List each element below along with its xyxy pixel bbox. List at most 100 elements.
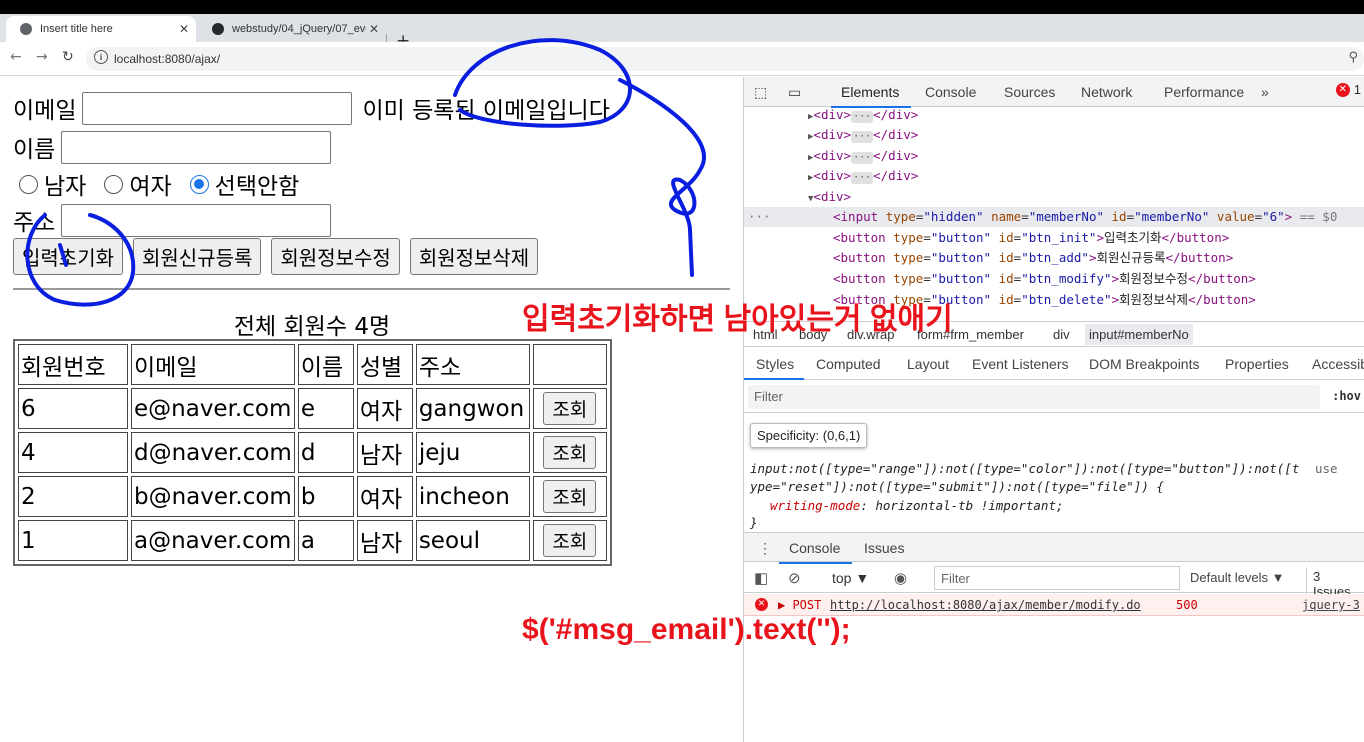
tab-webstudy[interactable]: webstudy/04_jQuery/07_event.h ✕: [198, 16, 386, 42]
col-header-name: 이름: [297, 344, 354, 385]
styles-filter-input[interactable]: [748, 385, 1320, 409]
table-row: 4 d@naver.com d 남자 jeju 조회: [18, 432, 607, 473]
subtab-computed[interactable]: Computed: [816, 356, 881, 372]
close-icon[interactable]: ✕: [176, 22, 192, 36]
github-icon: [212, 23, 224, 35]
add-member-button[interactable]: 회원신규등록: [133, 238, 262, 275]
sidebar-toggle-icon[interactable]: ◧: [754, 569, 768, 587]
error-url-link[interactable]: http://localhost:8080/ajax/member/modify…: [830, 598, 1141, 612]
dom-node[interactable]: ▶<div> ··· </div>: [808, 166, 918, 186]
inspect-icon[interactable]: ⬚: [754, 84, 767, 101]
subtab-styles[interactable]: Styles: [744, 356, 805, 380]
cell-email: a@naver.com: [131, 520, 295, 561]
col-header-addr: 주소: [415, 344, 530, 385]
error-icon: ✕: [755, 598, 768, 611]
init-button[interactable]: 입력초기화: [13, 238, 123, 275]
table-header-row: 회원번호 이메일 이름 성별 주소: [18, 344, 607, 385]
dom-node-selected[interactable]: ··· <input type="hidden" name="memberNo"…: [744, 207, 1364, 227]
subtab-accessibility[interactable]: Accessib: [1312, 356, 1364, 372]
col-header-no: 회원번호: [18, 344, 128, 385]
annotation-note-clear: 입력초기화하면 남아있는거 없애기: [522, 303, 953, 336]
crumb-div[interactable]: div: [1053, 327, 1070, 342]
cell-email: e@naver.com: [131, 388, 295, 429]
tab-performance[interactable]: Performance: [1164, 84, 1244, 100]
tab-console[interactable]: Console: [925, 84, 976, 100]
info-icon[interactable]: i: [94, 50, 108, 64]
console-filter-input[interactable]: Filter: [934, 566, 1180, 590]
cell-no: 4: [18, 432, 128, 473]
tab-elements[interactable]: Elements: [830, 84, 912, 108]
dom-node[interactable]: ▶<div> ··· </div>: [808, 125, 918, 145]
device-toggle-icon[interactable]: ▭: [788, 84, 801, 101]
dom-node[interactable]: ▶<div> ··· </div>: [808, 105, 918, 125]
error-badge[interactable]: ✕ 1: [1335, 82, 1361, 97]
subtab-layout[interactable]: Layout: [907, 356, 949, 372]
console-filter-placeholder: Filter: [941, 571, 970, 586]
col-header-action: [532, 344, 607, 385]
cell-addr: seoul: [415, 520, 530, 561]
addr-input[interactable]: [61, 203, 332, 237]
gender-radio-none[interactable]: [189, 174, 209, 194]
clear-console-icon[interactable]: ⊘: [788, 569, 801, 587]
error-count: 1: [1353, 82, 1361, 97]
cell-gender: 남자: [356, 520, 413, 561]
tab-insert-title[interactable]: Insert title here ✕: [6, 16, 196, 42]
gender-radio-female[interactable]: [104, 174, 124, 194]
addr-row: 주소: [13, 203, 332, 237]
console-toolbar: ◧ ⊘ top ▼ ◉ Filter Default levels ▼ 3 Is…: [744, 563, 1364, 601]
specificity-tooltip: Specificity: (0,6,1): [750, 423, 868, 448]
delete-member-button[interactable]: 회원정보삭제: [409, 238, 539, 275]
dom-node[interactable]: <button type="button" id="btn_modify">회원…: [833, 269, 1256, 289]
view-button[interactable]: 조회: [543, 524, 597, 557]
drawer-tab-console[interactable]: Console: [778, 540, 853, 564]
hov-toggle[interactable]: :hov: [1332, 389, 1361, 403]
cell-action: 조회: [532, 520, 607, 561]
tab-network[interactable]: Network: [1081, 84, 1132, 100]
view-button[interactable]: 조회: [543, 436, 597, 469]
col-header-email: 이메일: [131, 344, 295, 385]
log-levels-select[interactable]: Default levels ▼: [1190, 570, 1285, 585]
error-icon: ✕: [1335, 82, 1350, 97]
eye-icon[interactable]: ◉: [894, 569, 907, 587]
more-tabs-icon[interactable]: »: [1261, 84, 1269, 100]
drawer-menu-icon[interactable]: ⋮: [758, 540, 772, 557]
error-source-link[interactable]: jquery-3: [1302, 598, 1360, 612]
css-close-brace: }: [750, 515, 758, 530]
tab-title: webstudy/04_jQuery/07_event.h: [232, 23, 366, 35]
modify-member-button[interactable]: 회원정보수정: [271, 238, 400, 275]
email-input[interactable]: [82, 91, 353, 125]
subtab-properties[interactable]: Properties: [1225, 356, 1289, 372]
cell-action: 조회: [532, 432, 607, 473]
address-bar[interactable]: i localhost:8080/ajax/ ⚲: [86, 47, 1364, 71]
dom-node[interactable]: ▶<div> ··· </div>: [808, 146, 918, 166]
subtab-event-listeners[interactable]: Event Listeners: [972, 356, 1069, 372]
close-icon[interactable]: ✕: [366, 22, 382, 36]
name-label: 이름: [13, 137, 56, 163]
tab-sources[interactable]: Sources: [1004, 84, 1055, 100]
name-input[interactable]: [61, 130, 332, 164]
table-row: 1 a@naver.com a 남자 seoul 조회: [18, 520, 607, 561]
cell-addr: incheon: [415, 476, 530, 517]
zoom-icon[interactable]: ⚲: [1348, 50, 1358, 65]
dom-node[interactable]: <button type="button" id="btn_init">입력초기…: [833, 228, 1229, 248]
gender-row: 남자 여자 선택안함: [13, 167, 299, 201]
subtab-dom-breakpoints[interactable]: DOM Breakpoints: [1089, 356, 1199, 372]
reload-icon[interactable]: ↻: [62, 49, 74, 65]
back-icon[interactable]: ←: [10, 49, 22, 65]
cell-name: e: [297, 388, 354, 429]
gender-radio-male[interactable]: [19, 174, 38, 194]
url-text: localhost:8080/ajax/: [114, 52, 221, 66]
forward-icon[interactable]: →: [36, 49, 48, 65]
error-method[interactable]: ▶ POST: [778, 598, 821, 612]
context-select[interactable]: top ▼: [832, 570, 869, 586]
globe-icon: [20, 23, 32, 35]
view-button[interactable]: 조회: [543, 392, 597, 425]
dom-tree: ▶<div> ··· </div> ▶<div> ··· </div> ▶<div> ··…: [744, 107, 1364, 321]
dom-node-open[interactable]: ▼<div>: [808, 187, 851, 207]
dom-node[interactable]: <button type="button" id="btn_add">회원신규등…: [833, 248, 1233, 268]
gender-label-female: 여자: [129, 174, 172, 200]
cell-name: b: [297, 476, 354, 517]
drawer-tab-issues[interactable]: Issues: [864, 540, 904, 556]
view-button[interactable]: 조회: [543, 480, 597, 513]
crumb-input[interactable]: input#memberNo: [1085, 324, 1193, 345]
